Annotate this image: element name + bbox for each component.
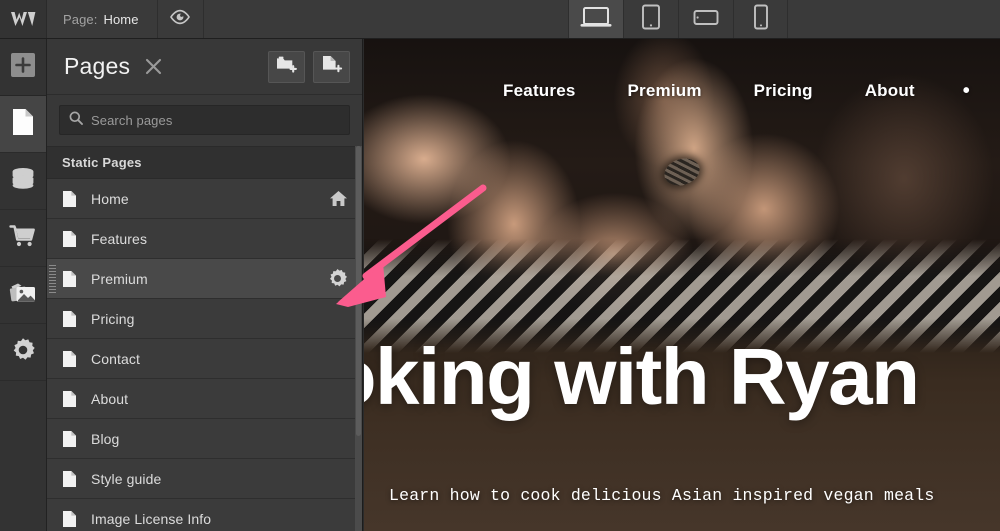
page-icon [62, 310, 79, 328]
page-row-pricing[interactable]: Pricing [47, 299, 362, 339]
site-nav-link-features[interactable]: Features [477, 81, 601, 101]
page-icon [62, 470, 79, 488]
page-row-label: About [91, 391, 128, 407]
device-breakpoint-switcher [568, 0, 788, 38]
page-settings-gear-icon[interactable] [327, 259, 348, 298]
gear-icon [10, 337, 36, 368]
tablet-portrait-icon [641, 4, 661, 35]
device-mobile-button[interactable] [733, 0, 788, 38]
mobile-icon [753, 4, 769, 35]
sidebar-item-assets[interactable] [0, 267, 46, 324]
page-icon [62, 510, 79, 528]
images-icon [9, 281, 37, 310]
preview-toggle-button[interactable] [158, 0, 204, 38]
page-row-label: Contact [91, 351, 140, 367]
new-page-icon [321, 55, 343, 78]
page-icon [62, 190, 79, 208]
page-icon [11, 108, 35, 141]
site-nav-more-dot[interactable]: • [941, 81, 982, 101]
page-row-label: Style guide [91, 471, 161, 487]
page-row-contact[interactable]: Contact [47, 339, 362, 379]
page-row-label: Pricing [91, 311, 135, 327]
page-icon [62, 350, 79, 368]
webflow-w-logo[interactable] [0, 0, 47, 38]
device-desktop-button[interactable] [568, 0, 623, 38]
page-icon [62, 390, 79, 408]
laptop-icon [579, 5, 613, 34]
panel-scrollbar-thumb[interactable] [356, 146, 361, 436]
pages-panel: Pages [47, 39, 363, 531]
page-row-blog[interactable]: Blog [47, 419, 362, 459]
topbar-spacer [204, 0, 568, 38]
page-row-about[interactable]: About [47, 379, 362, 419]
page-name: Home [103, 12, 138, 27]
page-icon [62, 270, 79, 288]
page-row-label: Blog [91, 431, 119, 447]
home-icon [329, 179, 348, 218]
eye-icon [169, 9, 191, 30]
database-icon [10, 167, 36, 196]
page-title: Pages [64, 53, 130, 80]
page-row-label: Image License Info [91, 511, 211, 527]
new-folder-icon [276, 55, 298, 78]
pages-panel-header: Pages [47, 39, 362, 95]
page-row-style-guide[interactable]: Style guide [47, 459, 362, 499]
page-row-label: Premium [91, 271, 148, 287]
page-label: Page: [63, 12, 97, 27]
page-row-premium[interactable]: Premium [47, 259, 362, 299]
panel-scrollbar[interactable] [355, 146, 362, 531]
search-placeholder: Search pages [91, 113, 172, 128]
hero-heading: Cooking with Ryan [364, 337, 1000, 417]
sidebar-item-ecommerce[interactable] [0, 210, 46, 267]
sidebar-item-add-elements[interactable] [0, 39, 46, 96]
top-bar: Page: Home [0, 0, 1000, 39]
page-row-label: Home [91, 191, 129, 207]
pages-list: Static Pages Home Features Premium Pricing C… [47, 146, 362, 531]
page-row-home[interactable]: Home [47, 179, 362, 219]
site-navbar: FeaturesPremiumPricingAbout• [364, 81, 1000, 101]
search-input[interactable]: Search pages [59, 105, 350, 135]
device-tablet-landscape-button[interactable] [678, 0, 733, 38]
site-nav-link-premium[interactable]: Premium [602, 81, 728, 101]
sidebar-item-pages[interactable] [0, 96, 46, 153]
site-canvas[interactable]: FeaturesPremiumPricingAbout• Cooking wit… [364, 39, 1000, 531]
site-nav-link-pricing[interactable]: Pricing [728, 81, 839, 101]
current-page-indicator[interactable]: Page: Home [47, 0, 158, 38]
new-page-button[interactable] [313, 51, 350, 83]
section-header-static-pages: Static Pages [47, 146, 362, 179]
drag-handle[interactable] [49, 265, 56, 293]
page-icon [62, 430, 79, 448]
page-row-image-license-info[interactable]: Image License Info [47, 499, 362, 531]
webflow-designer: Page: Home [0, 0, 1000, 531]
plus-square-icon [10, 52, 36, 83]
left-toolbar [0, 39, 47, 531]
search-container: Search pages [47, 95, 362, 146]
site-nav-link-about[interactable]: About [839, 81, 941, 101]
sidebar-item-settings[interactable] [0, 324, 46, 381]
pages-rows: Home Features Premium Pricing Contact About Bl… [47, 179, 362, 531]
hero-subheading: Learn how to cook delicious Asian inspir… [389, 486, 989, 505]
search-icon [69, 111, 83, 130]
page-icon [62, 230, 79, 248]
new-folder-button[interactable] [268, 51, 305, 83]
tablet-landscape-icon [693, 7, 719, 32]
device-tablet-portrait-button[interactable] [623, 0, 678, 38]
close-icon[interactable] [143, 57, 163, 77]
page-row-label: Features [91, 231, 147, 247]
page-row-features[interactable]: Features [47, 219, 362, 259]
sidebar-item-cms[interactable] [0, 153, 46, 210]
shopping-cart-icon [9, 224, 37, 253]
